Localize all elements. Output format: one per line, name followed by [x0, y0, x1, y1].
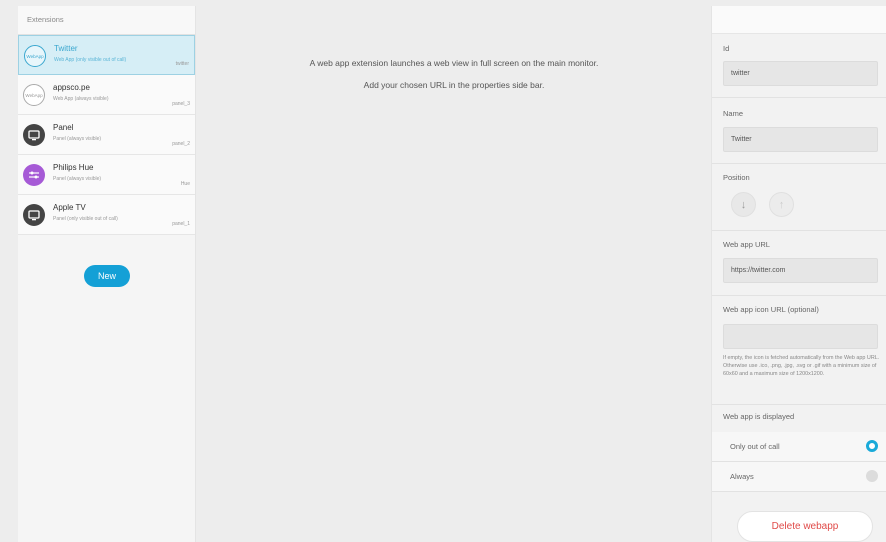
move-down-button[interactable]: ↓: [731, 192, 756, 217]
option-label: Only out of call: [730, 442, 780, 451]
arrow-down-icon: ↓: [740, 198, 747, 211]
properties-panel: Id twitter Name Twitter Position ↓ ↑ Web…: [711, 6, 886, 542]
sliders-icon: [23, 164, 45, 186]
main-description-line-2: Add your chosen URL in the properties si…: [363, 80, 545, 90]
extension-item-appscope[interactable]: WebApp appsco.pe Web App (always visible…: [18, 75, 195, 115]
divider: [712, 295, 886, 296]
web-app-url-label: Web app URL: [723, 240, 770, 249]
radio-unchecked-icon[interactable]: [866, 470, 878, 482]
delete-webapp-button[interactable]: Delete webapp: [737, 511, 873, 542]
radio-checked-icon[interactable]: [866, 440, 878, 452]
web-app-icon-url-field[interactable]: [723, 324, 878, 349]
extension-id-tag: panel_1: [172, 221, 190, 227]
sidebar-header: Extensions: [18, 6, 195, 35]
position-label: Position: [723, 173, 750, 182]
extension-name: Philips Hue: [53, 163, 94, 172]
extension-id-tag: panel_3: [172, 101, 190, 107]
extensions-sidebar: Extensions WebApp Twitter Web App (only …: [18, 6, 196, 542]
extension-name: appsco.pe: [53, 83, 90, 92]
extension-item-apple-tv[interactable]: Apple TV Panel (only visible out of call…: [18, 195, 195, 235]
extension-subtitle: Panel (always visible): [53, 136, 102, 142]
divider: [712, 230, 886, 231]
option-label: Always: [730, 472, 754, 481]
extension-id-tag: twitter: [175, 61, 189, 67]
extension-item-panel[interactable]: Panel Panel (always visible) panel_2: [18, 115, 195, 155]
move-up-button[interactable]: ↑: [769, 192, 794, 217]
arrow-up-icon: ↑: [778, 198, 785, 211]
divider: [712, 491, 886, 492]
icon-url-help-text: If empty, the icon is fetched automatica…: [723, 355, 880, 378]
id-field[interactable]: twitter: [723, 61, 878, 86]
monitor-icon: [23, 204, 45, 226]
name-label: Name: [723, 109, 744, 118]
extension-subtitle: Web App (only visible out of call): [54, 57, 127, 63]
divider: [712, 404, 886, 405]
extension-subtitle: Panel (only visible out of call): [53, 216, 118, 222]
displayed-label: Web app is displayed: [723, 412, 795, 421]
monitor-icon: [23, 124, 45, 146]
main-description-line-1: A web app extension launches a web view …: [309, 58, 599, 68]
extension-subtitle: Panel (always visible): [53, 176, 102, 182]
web-app-icon-url-label: Web app icon URL (optional): [723, 305, 819, 314]
divider: [712, 163, 886, 164]
web-app-url-field[interactable]: https://twitter.com: [723, 258, 878, 283]
extension-id-tag: Hue: [180, 181, 190, 187]
extension-item-twitter[interactable]: WebApp Twitter Web App (only visible out…: [18, 35, 195, 75]
new-extension-button[interactable]: New: [84, 265, 130, 287]
extension-name: Apple TV: [53, 203, 86, 212]
extension-name: Panel: [53, 123, 74, 132]
properties-topbar: [712, 6, 886, 34]
extension-subtitle: Web App (always visible): [53, 96, 109, 102]
extension-id-tag: panel_2: [172, 141, 190, 147]
extension-item-philips-hue[interactable]: Philips Hue Panel (always visible) Hue: [18, 155, 195, 195]
id-label: Id: [723, 44, 730, 53]
extension-name: Twitter: [54, 44, 78, 53]
webapp-icon: WebApp: [24, 45, 46, 67]
divider: [712, 97, 886, 98]
webapp-icon: WebApp: [23, 84, 45, 106]
option-only-out-of-call[interactable]: Only out of call: [712, 432, 886, 461]
name-field[interactable]: Twitter: [723, 127, 878, 152]
option-always[interactable]: Always: [712, 462, 886, 491]
